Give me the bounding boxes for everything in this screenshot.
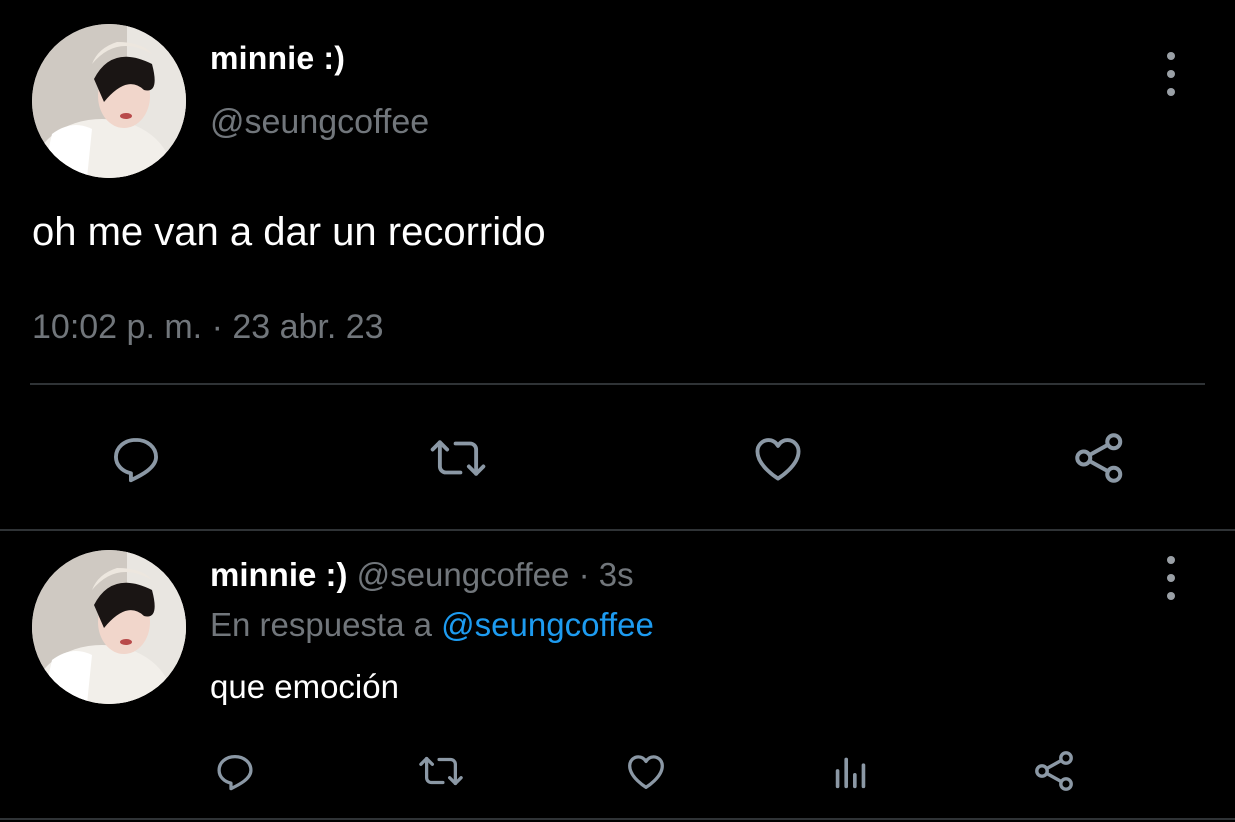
reply-button[interactable] (206, 744, 264, 798)
divider (0, 818, 1235, 820)
analytics-icon (835, 757, 866, 789)
author-handle[interactable]: @seungcoffee (357, 556, 570, 593)
tweet-text: que emoción (210, 668, 399, 705)
author-handle[interactable]: @seungcoffee (210, 103, 429, 142)
tweet-text: oh me van a dar un recorrido (32, 210, 546, 254)
like-button[interactable] (617, 744, 675, 798)
retweet-button[interactable] (410, 744, 472, 798)
retweet-button[interactable] (420, 425, 496, 491)
tweet-date: 23 abr. 23 (232, 308, 384, 346)
reply-button[interactable] (100, 425, 172, 491)
analytics-button[interactable] (822, 744, 880, 798)
more-options-icon[interactable] (1157, 556, 1185, 600)
divider (0, 529, 1235, 531)
share-button[interactable] (1064, 425, 1136, 491)
share-icon (1075, 433, 1123, 483)
more-options-icon[interactable] (1157, 52, 1185, 96)
author-name[interactable]: minnie :) (210, 556, 348, 593)
meta-separator: · (211, 308, 223, 346)
profile-photo (32, 24, 186, 178)
reply-header: minnie :) @seungcoffee · 3s (210, 556, 634, 594)
tweet-age[interactable]: 3s (599, 556, 634, 593)
mention-link[interactable]: @seungcoffee (441, 606, 654, 643)
reply-icon (114, 437, 158, 483)
share-button[interactable] (1026, 744, 1084, 798)
like-button[interactable] (742, 425, 814, 491)
retweet-icon (419, 756, 463, 786)
tweet-time: 10:02 p. m. (32, 308, 203, 346)
avatar[interactable] (32, 24, 186, 178)
profile-photo (32, 550, 186, 704)
divider (30, 383, 1205, 385)
meta-separator: · (578, 556, 590, 593)
author-name[interactable]: minnie :) (210, 40, 345, 77)
avatar[interactable] (32, 550, 186, 704)
reply-icon (217, 754, 253, 791)
retweet-icon (430, 440, 486, 476)
like-icon (755, 438, 801, 481)
share-icon (1035, 751, 1073, 791)
like-icon (628, 755, 664, 789)
replying-to: En respuesta a @seungcoffee (210, 606, 654, 644)
replying-prefix: En respuesta a (210, 606, 432, 643)
tweet-timestamp[interactable]: 10:02 p. m. · 23 abr. 23 (32, 308, 384, 347)
